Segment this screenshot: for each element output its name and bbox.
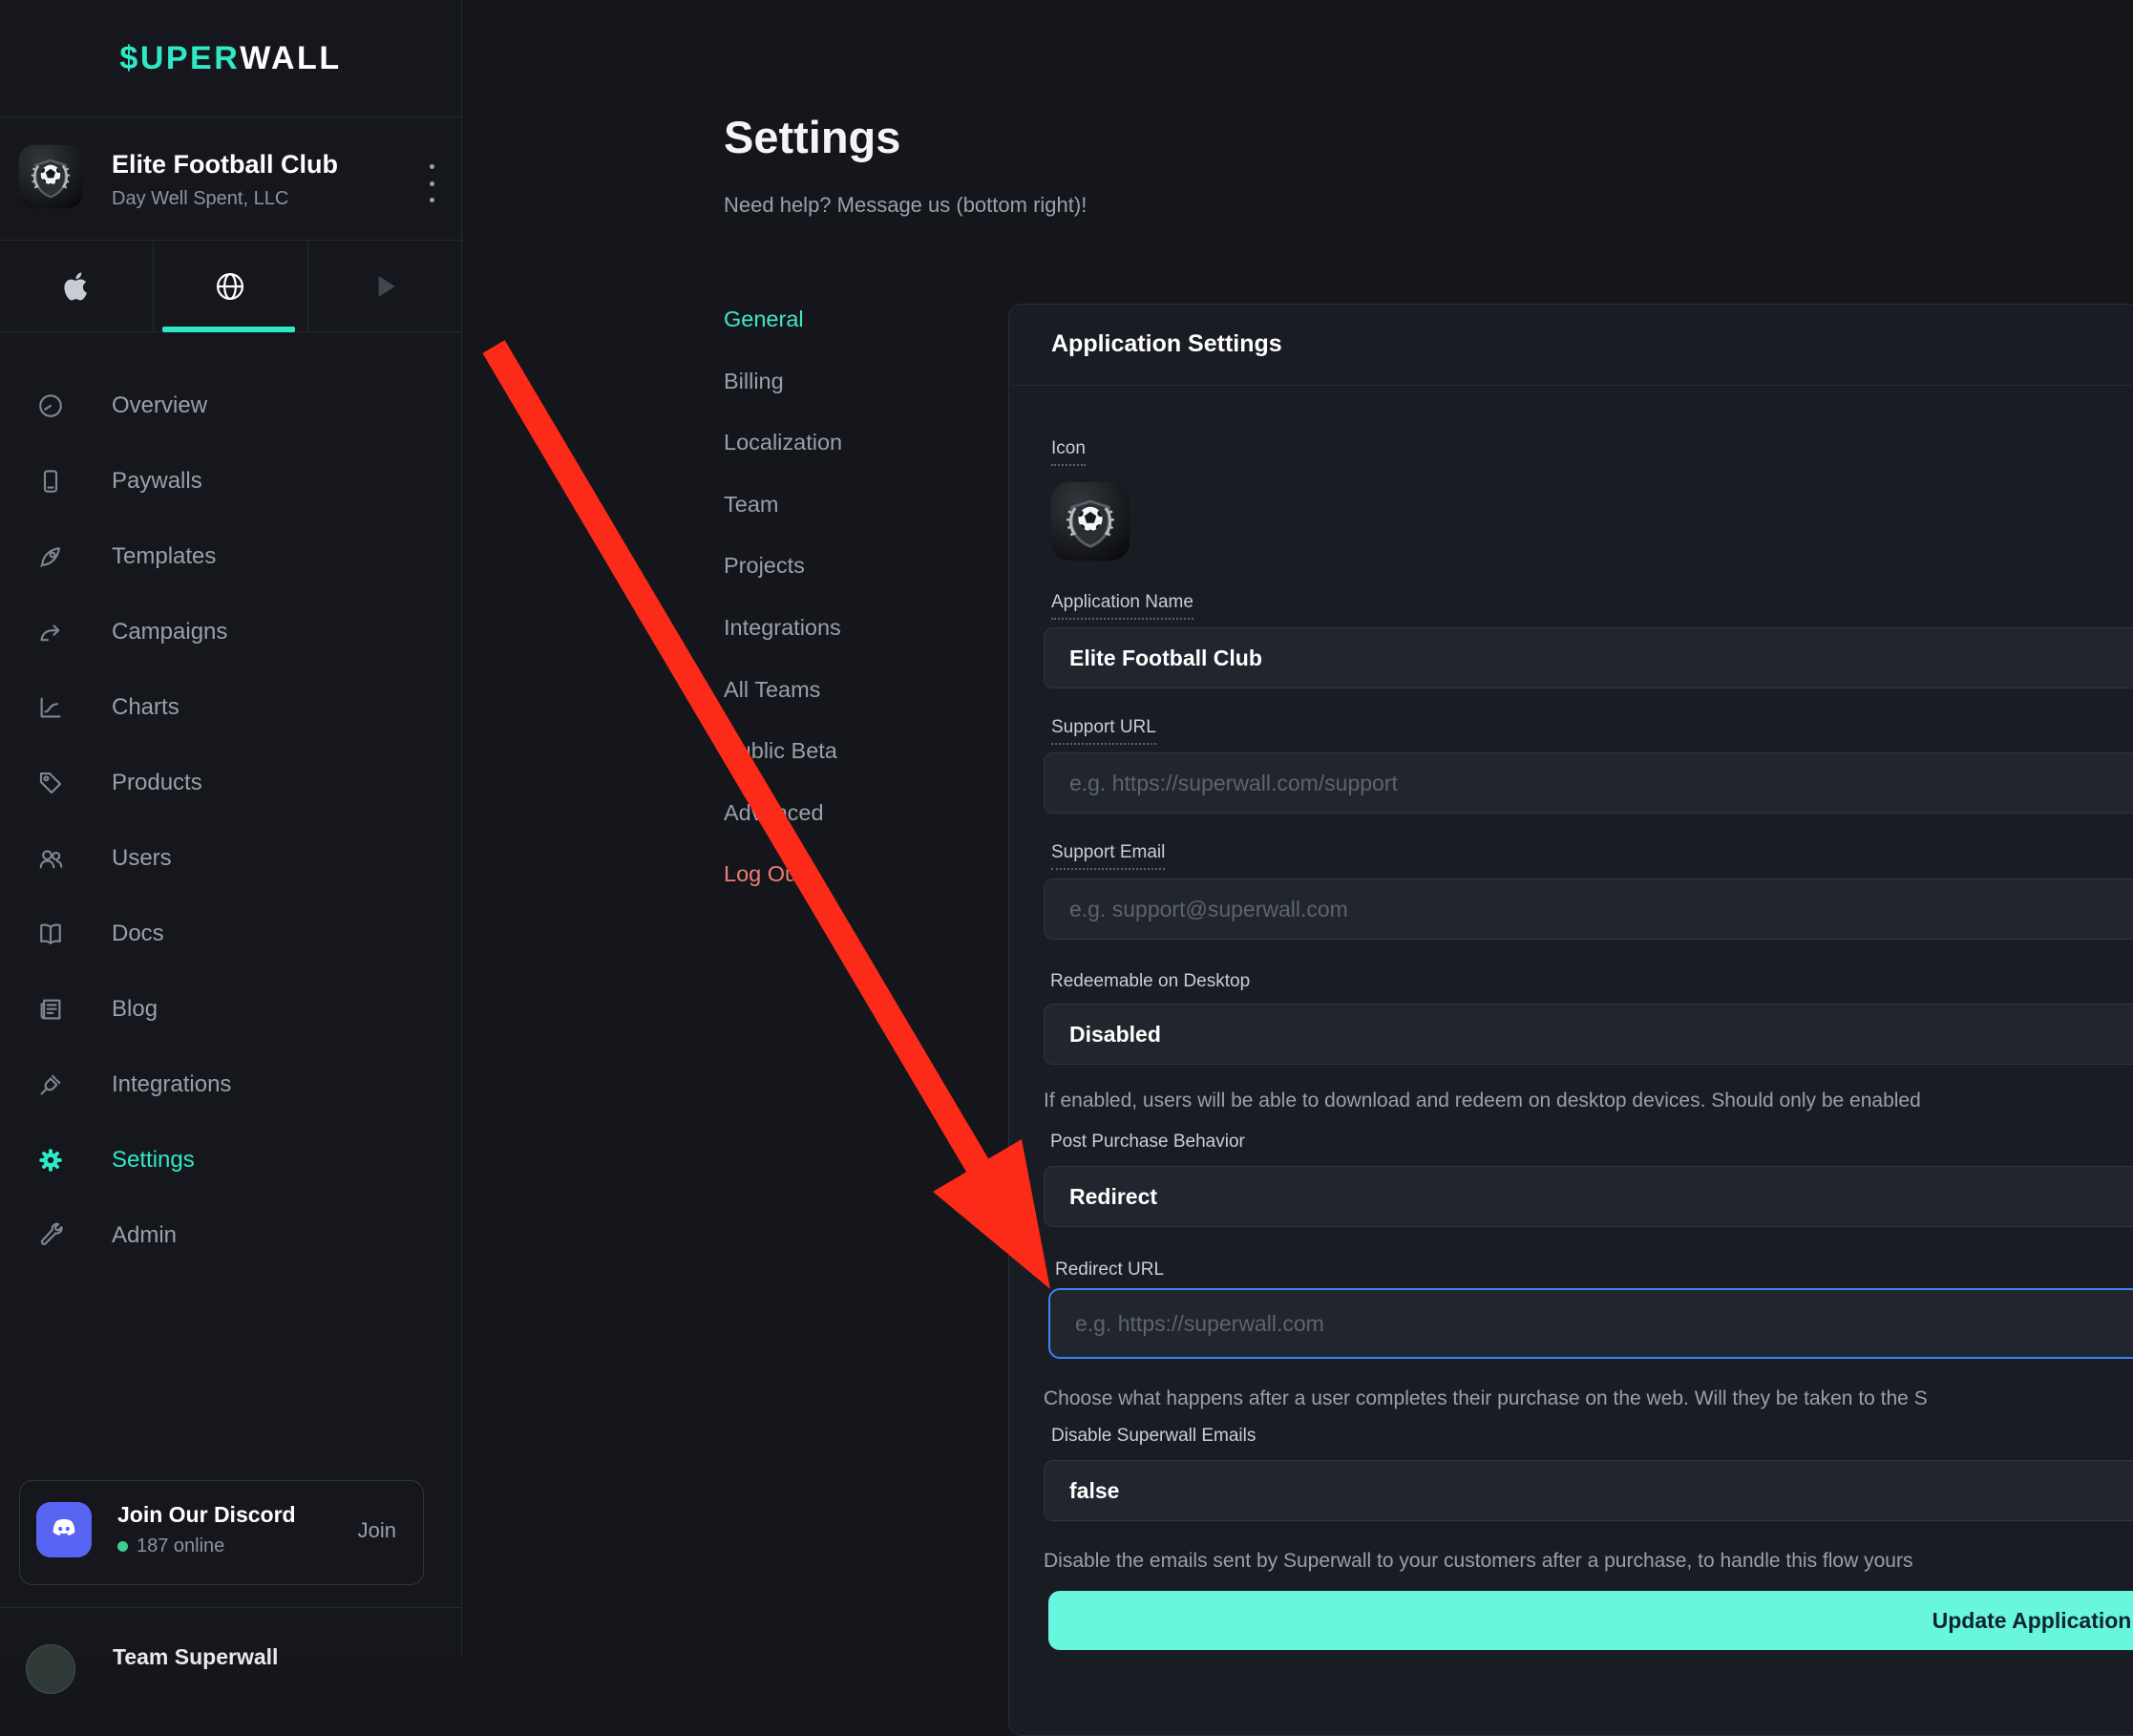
application-name-input[interactable] bbox=[1044, 627, 2133, 688]
sidebar-item-docs[interactable]: Docs bbox=[0, 896, 461, 971]
logo-white-part: WALL bbox=[240, 40, 341, 77]
sidebar-item-users[interactable]: Users bbox=[0, 820, 461, 896]
subnav-advanced[interactable]: Advanced bbox=[724, 800, 943, 862]
post-purchase-select[interactable]: Redirect bbox=[1044, 1166, 2133, 1227]
team-avatar[interactable] bbox=[26, 1644, 75, 1694]
support-url-label: Support URL bbox=[1051, 717, 1156, 745]
disable-emails-select[interactable]: false bbox=[1044, 1460, 2133, 1521]
chart-icon bbox=[36, 693, 65, 722]
subnav-team[interactable]: Team bbox=[724, 492, 943, 554]
subnav-integrations[interactable]: Integrations bbox=[724, 615, 943, 677]
gauge-icon bbox=[36, 392, 65, 420]
post-purchase-label: Post Purchase Behavior bbox=[1050, 1132, 1245, 1153]
card-title: Application Settings bbox=[1051, 330, 1282, 358]
disable-emails-helper: Disable the emails sent by Superwall to … bbox=[1044, 1550, 1912, 1573]
team-name[interactable]: Team Superwall bbox=[113, 1644, 278, 1670]
redirect-url-input[interactable] bbox=[1048, 1288, 2133, 1359]
tag-icon bbox=[36, 769, 65, 797]
users-icon bbox=[36, 844, 65, 873]
sidebar-item-settings[interactable]: Settings bbox=[0, 1122, 461, 1197]
sidebar-item-admin[interactable]: Admin bbox=[0, 1197, 461, 1273]
apple-icon bbox=[59, 269, 94, 304]
update-application-button[interactable]: Update Application bbox=[1048, 1591, 2133, 1650]
settings-subnav: General Billing Localization Team Projec… bbox=[724, 307, 943, 923]
application-settings-card: Application Settings Icon bbox=[1008, 304, 2133, 1736]
gear-icon bbox=[36, 1146, 65, 1175]
application-icon-preview[interactable] bbox=[1050, 481, 1130, 561]
support-url-input[interactable] bbox=[1044, 752, 2133, 814]
discord-card[interactable]: Join Our Discord 187 online Join bbox=[19, 1480, 424, 1585]
globe-icon bbox=[213, 269, 247, 304]
wrench-icon bbox=[36, 1221, 65, 1250]
subnav-log-out[interactable]: Log Out bbox=[724, 861, 943, 923]
support-email-label: Support Email bbox=[1051, 842, 1165, 870]
redeemable-helper: If enabled, users will be able to downlo… bbox=[1044, 1090, 1921, 1112]
support-email-input[interactable] bbox=[1044, 879, 2133, 940]
sidebar-divider bbox=[0, 1607, 461, 1608]
sidebar-item-products[interactable]: Products bbox=[0, 745, 461, 820]
workspace-name: Elite Football Club bbox=[112, 150, 338, 180]
sidebar: $UPERWALL Elite Football Clu bbox=[0, 0, 462, 1656]
sidebar-nav: Overview Paywalls Templates Campaigns Ch… bbox=[0, 368, 461, 1273]
discord-title: Join Our Discord bbox=[117, 1502, 296, 1528]
phone-icon bbox=[36, 467, 65, 496]
subnav-general[interactable]: General bbox=[724, 307, 943, 369]
redirect-url-helper: Choose what happens after a user complet… bbox=[1044, 1387, 1928, 1410]
icon-label: Icon bbox=[1051, 438, 1086, 466]
card-header: Application Settings bbox=[1009, 305, 2133, 386]
sidebar-item-campaigns[interactable]: Campaigns bbox=[0, 594, 461, 669]
main-content: Settings Need help? Message us (bottom r… bbox=[462, 0, 2133, 1656]
workspace-switcher[interactable]: Elite Football Club Day Well Spent, LLC bbox=[0, 118, 461, 241]
redirect-url-label: Redirect URL bbox=[1055, 1260, 1164, 1281]
subnav-localization[interactable]: Localization bbox=[724, 430, 943, 492]
newspaper-icon bbox=[36, 995, 65, 1024]
disable-emails-label: Disable Superwall Emails bbox=[1051, 1426, 1256, 1447]
campaign-arrow-icon bbox=[36, 618, 65, 646]
subnav-billing[interactable]: Billing bbox=[724, 369, 943, 431]
platform-tabs bbox=[0, 242, 461, 332]
google-play-icon bbox=[369, 270, 401, 303]
tab-android[interactable] bbox=[308, 242, 461, 331]
discord-icon bbox=[36, 1502, 92, 1557]
discord-join-button[interactable]: Join bbox=[358, 1518, 396, 1543]
rocket-icon bbox=[36, 542, 65, 571]
sidebar-item-templates[interactable]: Templates bbox=[0, 519, 461, 594]
discord-status: 187 online bbox=[117, 1535, 224, 1557]
page-subtitle: Need help? Message us (bottom right)! bbox=[724, 193, 1087, 218]
book-icon bbox=[36, 920, 65, 948]
sidebar-item-blog[interactable]: Blog bbox=[0, 971, 461, 1047]
workspace-menu-button[interactable] bbox=[419, 164, 444, 202]
app-icon bbox=[18, 144, 83, 209]
subnav-projects[interactable]: Projects bbox=[724, 553, 943, 615]
plug-icon bbox=[36, 1070, 65, 1099]
online-dot-icon bbox=[117, 1541, 128, 1552]
tab-web[interactable] bbox=[154, 242, 307, 331]
sidebar-item-overview[interactable]: Overview bbox=[0, 368, 461, 443]
sidebar-item-paywalls[interactable]: Paywalls bbox=[0, 443, 461, 519]
subnav-public-beta[interactable]: Public Beta bbox=[724, 738, 943, 800]
superwall-logo: $UPERWALL bbox=[0, 0, 461, 117]
sidebar-item-integrations[interactable]: Integrations bbox=[0, 1047, 461, 1122]
redeemable-label: Redeemable on Desktop bbox=[1050, 971, 1250, 992]
workspace-org: Day Well Spent, LLC bbox=[112, 188, 288, 210]
logo-teal-part: $UPER bbox=[119, 40, 240, 77]
application-name-label: Application Name bbox=[1051, 592, 1193, 620]
sidebar-item-charts[interactable]: Charts bbox=[0, 669, 461, 745]
page-title: Settings bbox=[724, 111, 900, 163]
subnav-all-teams[interactable]: All Teams bbox=[724, 677, 943, 739]
active-tab-underline bbox=[162, 327, 294, 332]
tab-ios[interactable] bbox=[0, 242, 154, 331]
redeemable-select[interactable]: Disabled bbox=[1044, 1004, 2133, 1065]
